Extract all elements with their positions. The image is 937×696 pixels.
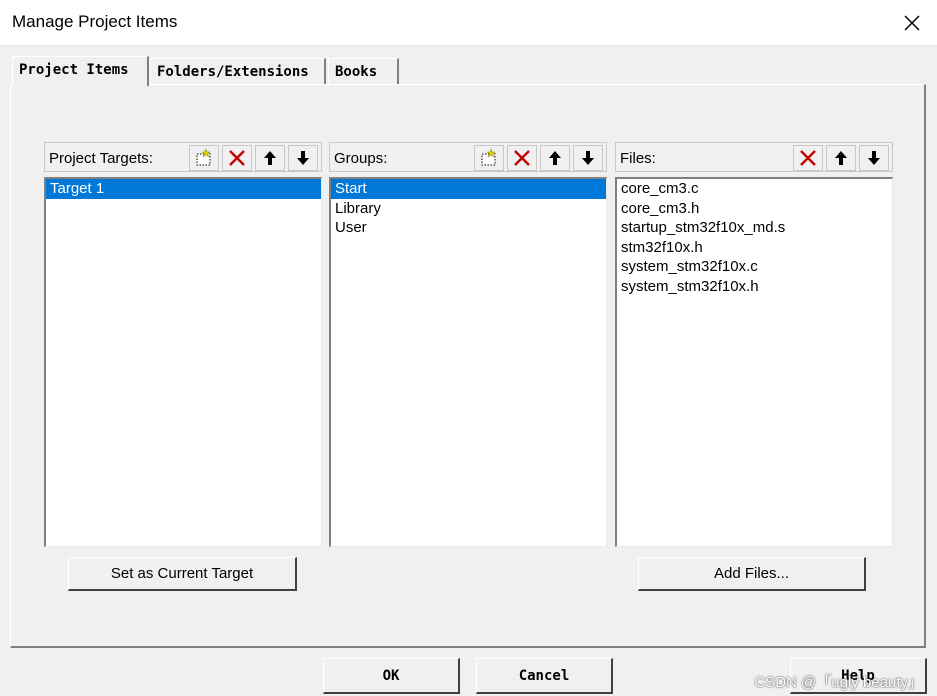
cancel-button[interactable]: Cancel [476,658,613,694]
delete-group-button[interactable] [507,145,537,171]
list-item[interactable]: Start [331,179,606,199]
list-item[interactable]: startup_stm32f10x_md.s [617,218,892,238]
move-target-up-button[interactable] [255,145,285,171]
files-list[interactable]: core_cm3.c core_cm3.h startup_stm32f10x_… [615,177,893,547]
list-item[interactable]: system_stm32f10x.c [617,257,892,277]
move-target-down-button[interactable] [288,145,318,171]
files-label: Files: [620,150,656,167]
list-item[interactable]: Target 1 [46,179,321,199]
project-targets-header: Project Targets: [44,142,322,172]
arrow-down-icon [297,151,309,165]
tab-label: Books [335,64,378,80]
groups-list[interactable]: Start Library User [329,177,607,547]
list-item[interactable]: Library [331,199,606,219]
arrow-up-icon [835,151,847,165]
delete-x-icon [229,150,245,166]
new-target-button[interactable] [189,145,219,171]
list-item[interactable]: system_stm32f10x.h [617,277,892,297]
tab-project-items[interactable]: Project Items [12,56,149,86]
new-item-icon [481,148,496,166]
delete-x-icon [800,150,816,166]
button-label: Set as Current Target [110,565,254,582]
tab-books[interactable]: Books [328,58,399,86]
watermark: CSDN @「ugly beauty」 [754,674,923,691]
groups-label: Groups: [334,150,388,167]
tab-label: Folders/Extensions [157,64,309,80]
list-item[interactable]: core_cm3.h [617,199,892,219]
close-icon [904,15,920,31]
button-label: Add Files... [713,565,790,582]
add-files-button[interactable]: Add Files... [638,557,866,591]
tab-label: Project Items [19,62,129,78]
groups-header: Groups: [329,142,607,172]
move-group-up-button[interactable] [540,145,570,171]
tab-folders-extensions[interactable]: Folders/Extensions [150,58,326,86]
arrow-down-icon [582,151,594,165]
project-targets-list[interactable]: Target 1 [44,177,322,547]
delete-x-icon [514,150,530,166]
arrow-down-icon [868,151,880,165]
move-group-down-button[interactable] [573,145,603,171]
project-targets-label: Project Targets: [49,150,153,167]
close-button[interactable] [897,8,927,38]
window-title: Manage Project Items [12,12,178,31]
button-label: Cancel [518,667,570,684]
arrow-up-icon [264,151,276,165]
files-header: Files: [615,142,893,172]
button-label: OK [382,667,400,684]
list-item[interactable]: core_cm3.c [617,179,892,199]
ok-button[interactable]: OK [323,658,460,694]
new-group-button[interactable] [474,145,504,171]
title-bar: Manage Project Items [0,0,937,46]
delete-target-button[interactable] [222,145,252,171]
set-as-current-target-button[interactable]: Set as Current Target [68,557,297,591]
new-item-icon [196,148,211,166]
list-item[interactable]: User [331,218,606,238]
list-item[interactable]: stm32f10x.h [617,238,892,258]
move-file-down-button[interactable] [859,145,889,171]
move-file-up-button[interactable] [826,145,856,171]
arrow-up-icon [549,151,561,165]
delete-file-button[interactable] [793,145,823,171]
